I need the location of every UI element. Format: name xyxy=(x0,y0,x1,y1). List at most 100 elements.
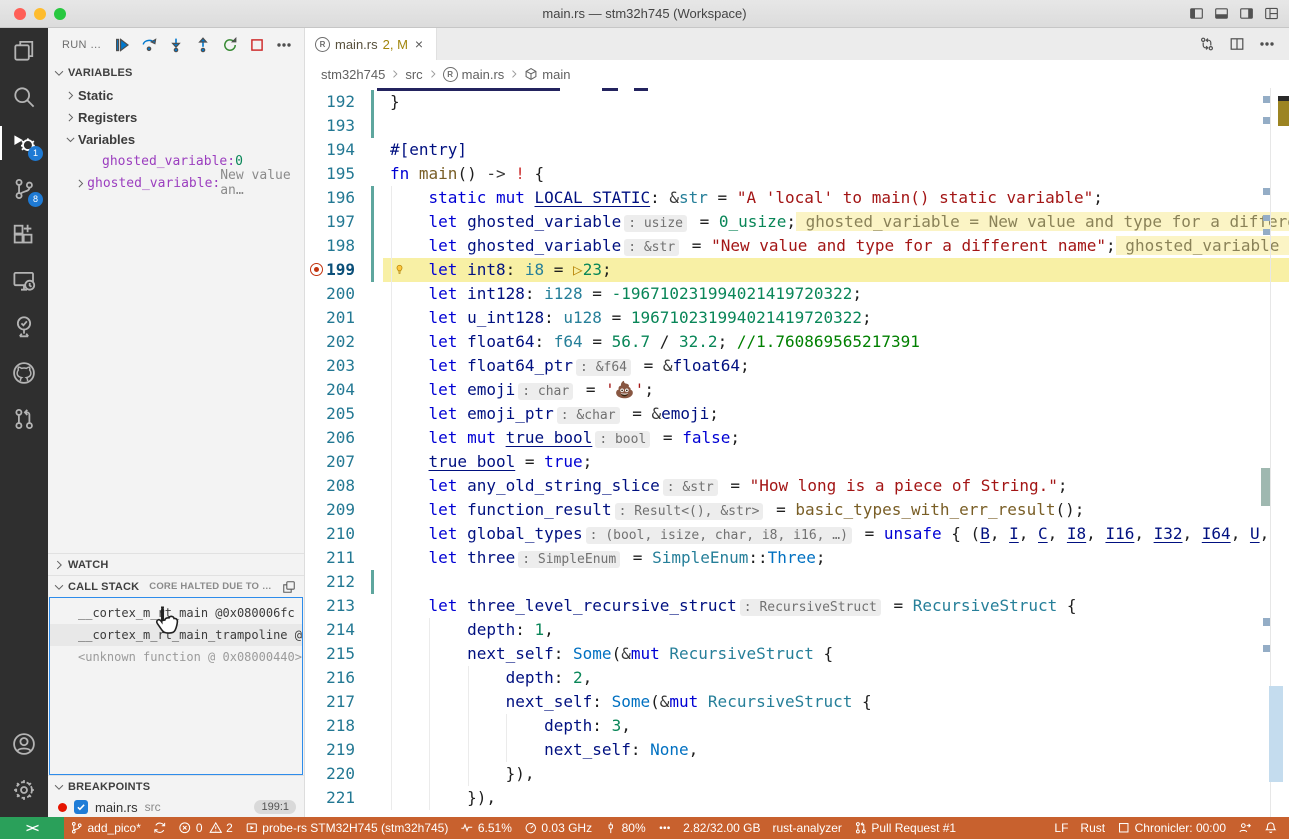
indent-guide xyxy=(391,378,392,402)
status-eol[interactable]: LF xyxy=(1048,817,1074,839)
code-area[interactable]: 192}193194#[entry]195fn main() -> ! {196… xyxy=(305,88,1289,817)
code-line[interactable]: 210 let global_types: (bool, isize, char… xyxy=(305,522,1289,546)
status-language-mode[interactable]: Rust xyxy=(1074,817,1111,839)
code-line[interactable]: 216 depth: 2, xyxy=(305,666,1289,690)
variables-header-label: VARIABLES xyxy=(68,67,133,79)
breadcrumb-item-mainrs[interactable]: Rmain.rs xyxy=(443,67,505,82)
code-line[interactable]: 192} xyxy=(305,90,1289,114)
call-stack-section-header[interactable]: CALL STACK CORE HALTED DUE TO … xyxy=(48,575,304,597)
code-line[interactable]: 196 static mut LOCAL_STATIC: &str = "A '… xyxy=(305,186,1289,210)
activity-item-remote-explorer[interactable] xyxy=(0,258,48,304)
status-git-branch[interactable]: add_pico* xyxy=(64,817,147,839)
code-line[interactable]: 219 next_self: None, xyxy=(305,738,1289,762)
code-line[interactable]: 195fn main() -> ! { xyxy=(305,162,1289,186)
status-memory[interactable]: 2.82/32.00 GB xyxy=(677,817,766,839)
status-cpu-frequency[interactable]: 0.03 GHz xyxy=(518,817,598,839)
code-line[interactable]: 218 depth: 3, xyxy=(305,714,1289,738)
code-line[interactable]: 202 let float64: f64 = 56.7 / 32.2; //1.… xyxy=(305,330,1289,354)
code-line[interactable]: 200 let int128: i128 = -1967102319940214… xyxy=(305,282,1289,306)
call-stack-frame[interactable]: __cortex_m_rt_main @0x080006fc xyxy=(50,602,302,624)
continue-button[interactable] xyxy=(114,37,130,53)
code-line[interactable]: 205 let emoji_ptr: &char = &emoji; xyxy=(305,402,1289,426)
activity-item-source-control[interactable]: 8 xyxy=(0,166,48,212)
code-line[interactable]: 194#[entry] xyxy=(305,138,1289,162)
code-line[interactable]: 206 let mut true_bool: bool = false; xyxy=(305,426,1289,450)
status-cpu-usage[interactable]: 6.51% xyxy=(454,817,518,839)
code-line[interactable]: 197 let ghosted_variable: usize = 0_usiz… xyxy=(305,210,1289,234)
variables-row[interactable]: Static xyxy=(48,84,304,106)
breakpoint-checkbox[interactable] xyxy=(74,800,88,814)
code-line[interactable]: 217 next_self: Some(&mut RecursiveStruct… xyxy=(305,690,1289,714)
status-remote-indicator[interactable]: >< xyxy=(0,817,64,839)
code-line[interactable]: 193 xyxy=(305,114,1289,138)
breakpoint-row[interactable]: main.rs src 199:1 xyxy=(48,797,304,817)
status-pull-request[interactable]: Pull Request #1 xyxy=(848,817,962,839)
lightbulb-icon[interactable] xyxy=(392,262,407,277)
variables-section-header[interactable]: VARIABLES xyxy=(48,62,304,84)
status-sync-changes[interactable] xyxy=(147,817,173,839)
tab-main-rs[interactable]: R main.rs 2, M × xyxy=(305,28,437,60)
code-line[interactable]: 208 let any_old_string_slice: &str = "Ho… xyxy=(305,474,1289,498)
step-into-button[interactable] xyxy=(168,37,184,53)
stop-button[interactable] xyxy=(249,37,265,53)
watch-section-header[interactable]: WATCH xyxy=(48,553,304,575)
activity-item-github[interactable] xyxy=(0,350,48,396)
close-tab-icon[interactable]: × xyxy=(415,36,423,52)
activity-item-settings[interactable] xyxy=(0,767,48,813)
breakpoints-section-header[interactable]: BREAKPOINTS xyxy=(48,775,304,797)
status-debug-session[interactable]: probe-rs STM32H745 (stm32h745) xyxy=(239,817,455,839)
panel-right-icon[interactable] xyxy=(1239,6,1254,21)
status-label: 6.51% xyxy=(478,821,512,835)
code-line[interactable]: 213 let three_level_recursive_struct: Re… xyxy=(305,594,1289,618)
breadcrumb-item-src[interactable]: src xyxy=(405,67,422,82)
indent-guide xyxy=(468,666,469,690)
status-chronicler[interactable]: Chronicler: 00:00 xyxy=(1111,817,1232,839)
activity-item-pull-requests[interactable] xyxy=(0,396,48,442)
status-feedback[interactable] xyxy=(1232,817,1258,839)
call-stack-frame[interactable]: <unknown function @ 0x08000440> @0 xyxy=(50,646,302,668)
status-overflow[interactable] xyxy=(652,817,678,839)
breadcrumb-item-stm32h745[interactable]: stm32h745 xyxy=(321,67,385,82)
status-power[interactable]: 80% xyxy=(598,817,652,839)
code-line[interactable]: 211 let three: SimpleEnum = SimpleEnum::… xyxy=(305,546,1289,570)
code-line[interactable]: 209 let function_result: Result<(), &str… xyxy=(305,498,1289,522)
step-over-button[interactable] xyxy=(141,37,157,53)
call-stack-frame[interactable]: __cortex_m_rt_main_trampoline @0x0 xyxy=(50,624,302,646)
step-out-button[interactable] xyxy=(195,37,211,53)
status-notifications[interactable] xyxy=(1258,817,1284,839)
code-line[interactable]: 203 let float64_ptr: &f64 = &float64; xyxy=(305,354,1289,378)
activity-item-testing[interactable] xyxy=(0,304,48,350)
overview-ruler-mark xyxy=(1263,618,1270,626)
code-line[interactable]: 199 let int8: i8 = ▷23; xyxy=(305,258,1289,282)
code-line[interactable]: 214 depth: 1, xyxy=(305,618,1289,642)
panel-left-icon[interactable] xyxy=(1189,6,1204,21)
variables-row[interactable]: Registers xyxy=(48,106,304,128)
code-line[interactable]: 221 }), xyxy=(305,786,1289,810)
code-line[interactable]: 204 let emoji: char = '💩'; xyxy=(305,378,1289,402)
activity-item-run-and-debug[interactable]: 1 xyxy=(0,120,48,166)
code-line[interactable]: 198 let ghosted_variable: &str = "New va… xyxy=(305,234,1289,258)
more-actions-button[interactable] xyxy=(276,37,292,53)
more-actions-icon[interactable] xyxy=(1259,36,1275,52)
copy-call-stack-icon[interactable] xyxy=(282,580,296,594)
token: , xyxy=(1183,524,1202,543)
code-line[interactable]: 207 true_bool = true; xyxy=(305,450,1289,474)
panel-bottom-icon[interactable] xyxy=(1214,6,1229,21)
code-line[interactable]: 201 let u_int128: u128 = 196710231994021… xyxy=(305,306,1289,330)
activity-item-accounts[interactable] xyxy=(0,721,48,767)
split-editor-icon[interactable] xyxy=(1229,36,1245,52)
code-line[interactable]: 220 }), xyxy=(305,762,1289,786)
activity-item-extensions[interactable] xyxy=(0,212,48,258)
code-line[interactable]: 212 xyxy=(305,570,1289,594)
breadcrumb-item-main[interactable]: main xyxy=(524,67,570,82)
layout-icon[interactable] xyxy=(1264,6,1279,21)
variables-row[interactable]: ghosted_variable: New value an… xyxy=(48,172,304,194)
restart-button[interactable] xyxy=(222,37,238,53)
status-warnings[interactable]: 2 xyxy=(203,817,239,839)
activity-item-explorer[interactable] xyxy=(0,28,48,74)
code-line[interactable]: 215 next_self: Some(&mut RecursiveStruct… xyxy=(305,642,1289,666)
variables-row[interactable]: Variables xyxy=(48,128,304,150)
activity-item-search[interactable] xyxy=(0,74,48,120)
status-rust-analyzer[interactable]: rust-analyzer xyxy=(767,817,848,839)
open-changes-icon[interactable] xyxy=(1199,36,1215,52)
